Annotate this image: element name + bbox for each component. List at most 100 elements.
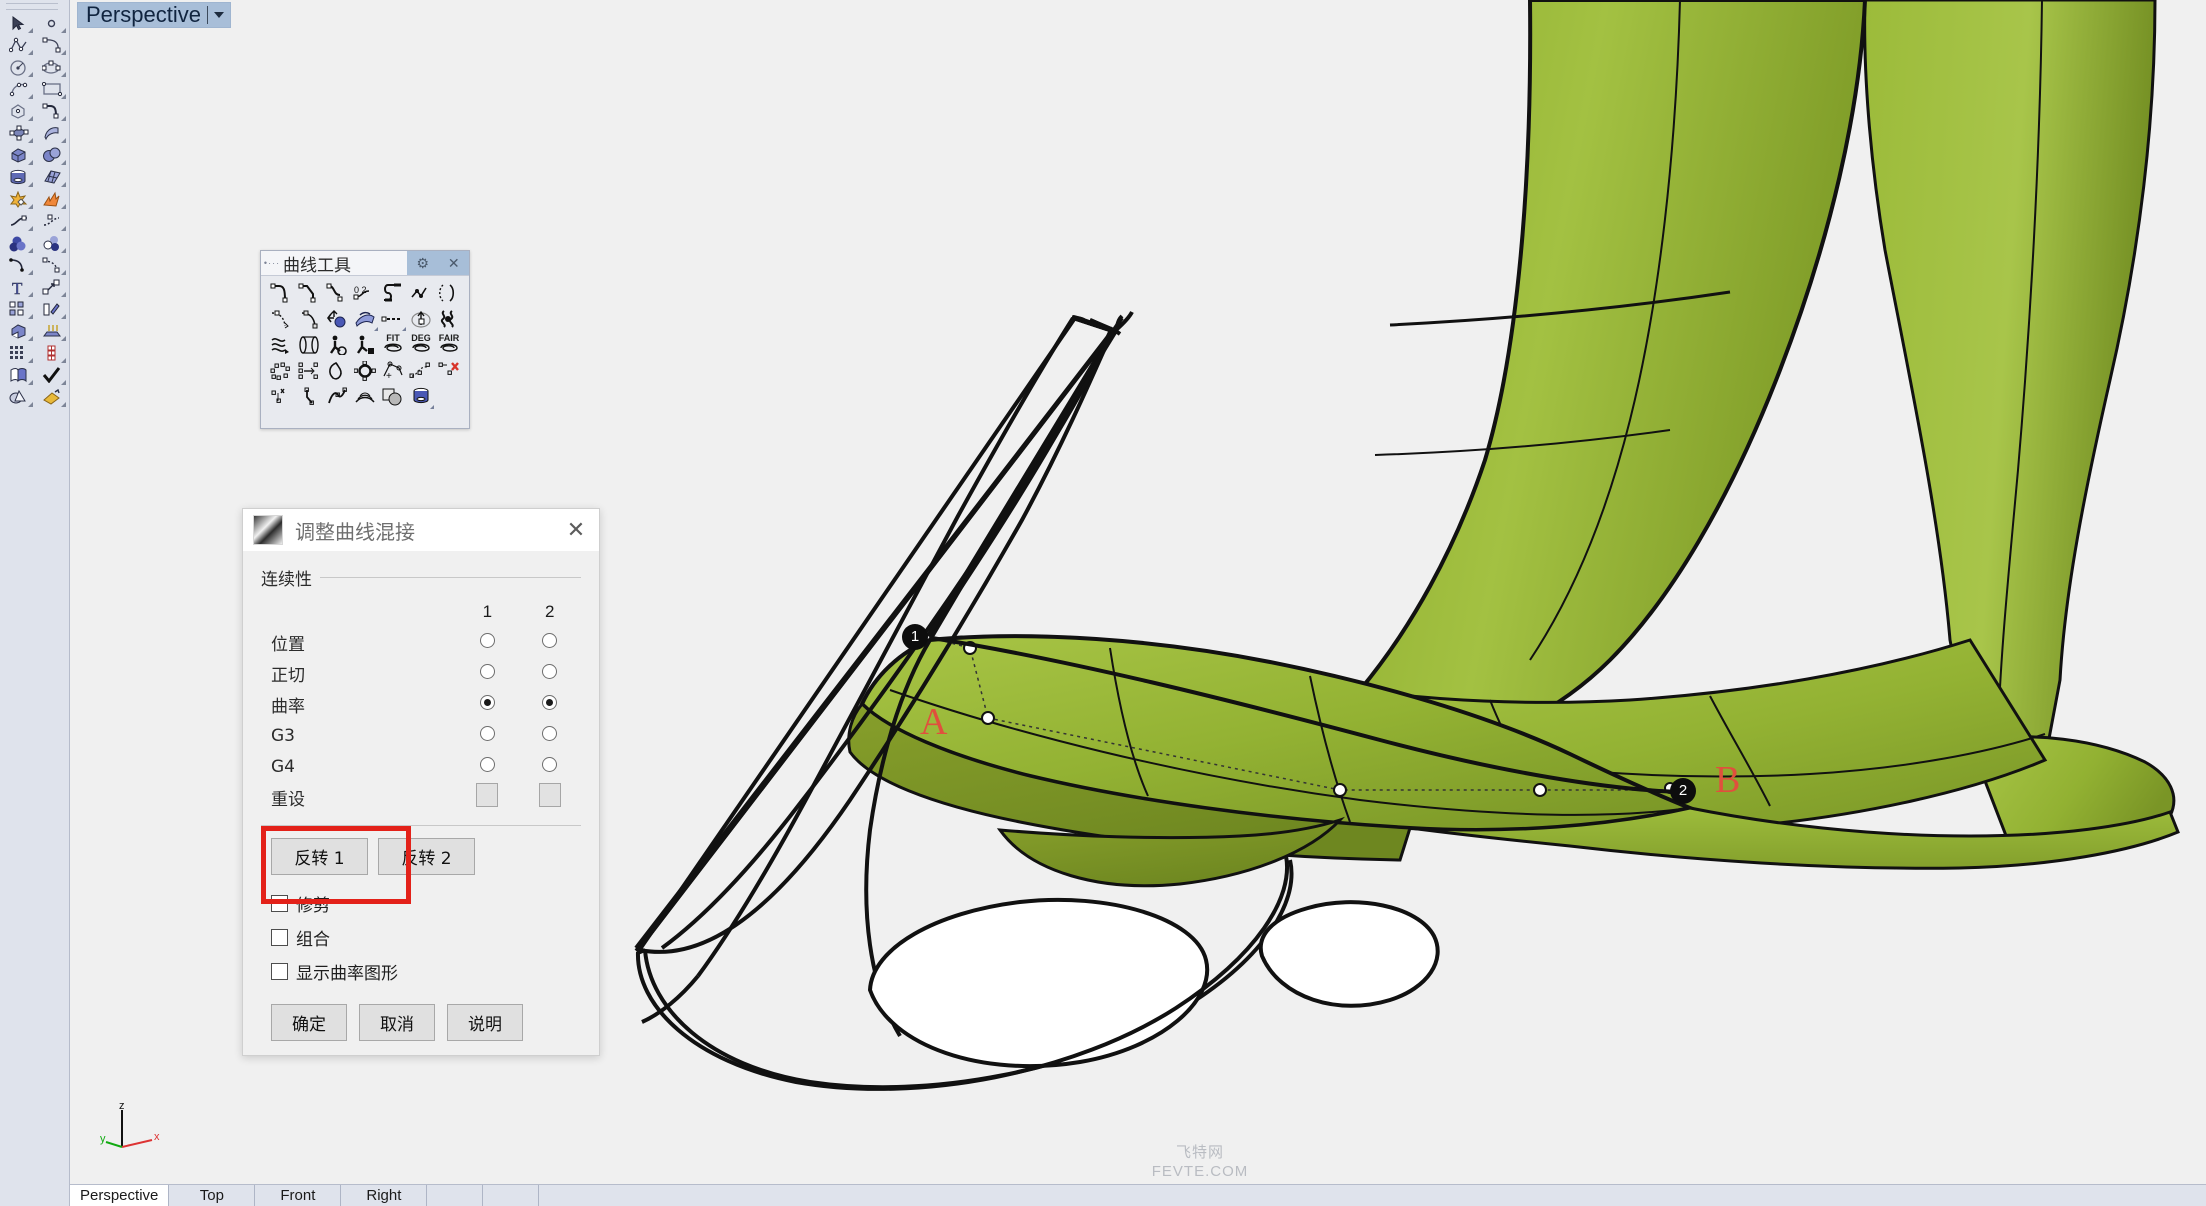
blend-marker-2[interactable]: 2: [1670, 778, 1696, 804]
curve-boolean-options-icon[interactable]: [351, 332, 379, 358]
checkbox-row-join[interactable]: 组合: [261, 925, 581, 950]
curve-through-points-icon[interactable]: +: [379, 358, 407, 384]
blend-curve-02-icon[interactable]: 0 2: [351, 280, 379, 306]
color-icon[interactable]: [2, 232, 35, 254]
reset-button-2[interactable]: [538, 783, 561, 807]
reset-button-1[interactable]: [476, 783, 499, 807]
point-icon[interactable]: [35, 12, 68, 34]
arc-icon[interactable]: [2, 78, 35, 100]
flip-1-button[interactable]: 反转 1: [271, 838, 368, 875]
dimension-icon[interactable]: [35, 342, 68, 364]
curve-tools-palette[interactable]: •··· 曲线工具 ⚙ ✕ 0 2 FIT DEG FAIR +: [260, 250, 470, 429]
radio-curvature-1[interactable]: [479, 694, 495, 710]
close-icon[interactable]: ✕: [448, 256, 460, 270]
blend-curve-icon[interactable]: [323, 280, 351, 306]
material-icon[interactable]: [35, 232, 68, 254]
remove-point-icon[interactable]: [435, 358, 463, 384]
toolbar-grip[interactable]: [6, 3, 58, 10]
offset-curve-loose-icon[interactable]: [295, 306, 323, 332]
twist-curve-icon[interactable]: [435, 306, 463, 332]
copy-icon[interactable]: [2, 364, 35, 386]
curve-blend-icon[interactable]: [35, 100, 68, 122]
explode-icon[interactable]: [35, 188, 68, 210]
flow-along-curve-icon[interactable]: [267, 332, 295, 358]
curve-tools-titlebar[interactable]: •··· 曲线工具 ⚙ ✕: [261, 251, 469, 276]
curvature-graph-icon[interactable]: [351, 384, 379, 410]
unroll-curve-icon[interactable]: [295, 332, 323, 358]
scale-icon[interactable]: [35, 276, 68, 298]
checkbox-row-show-curvature-graph[interactable]: 显示曲率图形: [261, 959, 581, 984]
offset-curve-icon[interactable]: [267, 306, 295, 332]
dialog-titlebar[interactable]: 调整曲线混接 ✕: [243, 509, 599, 551]
chevron-down-icon[interactable]: [213, 12, 224, 18]
help-button[interactable]: 说明: [447, 1004, 523, 1041]
control-points-on-icon[interactable]: [351, 358, 379, 384]
circle-icon[interactable]: [2, 56, 35, 78]
radio-g4-1[interactable]: [479, 756, 495, 772]
radio-position-1[interactable]: [479, 632, 495, 648]
radio-tangent-2[interactable]: [542, 663, 558, 679]
text-icon[interactable]: T: [2, 276, 35, 298]
check-icon[interactable]: [35, 364, 68, 386]
surface-from-points-icon[interactable]: [2, 122, 35, 144]
polyline-icon[interactable]: [2, 34, 35, 56]
radio-g3-1[interactable]: [479, 725, 495, 741]
connect-curves-icon[interactable]: [379, 280, 407, 306]
viewport-tab-right[interactable]: Right: [341, 1185, 428, 1206]
add-kink-icon[interactable]: [407, 358, 435, 384]
fit-curve-icon[interactable]: FIT: [379, 332, 407, 358]
select-arrow-icon[interactable]: [2, 12, 35, 34]
palette-grip[interactable]: •···: [261, 251, 283, 275]
mirror-icon[interactable]: [35, 298, 68, 320]
checkbox-show-curvature-graph[interactable]: [271, 963, 288, 980]
curve-on-surface-icon[interactable]: [435, 280, 463, 306]
close-icon[interactable]: ✕: [563, 517, 589, 543]
chamfer-curve-icon[interactable]: [295, 280, 323, 306]
point-object-icon[interactable]: [267, 384, 295, 410]
fillet-curve-icon[interactable]: [2, 254, 35, 276]
adjust-curve-blend-dialog[interactable]: 调整曲线混接 ✕ 连续性 1 2 位置 正切 曲率 G3 G4 重设 反转 1 反转 2 修剪…: [242, 508, 600, 1056]
fillet-curve-icon[interactable]: [267, 280, 295, 306]
fair-curve-icon[interactable]: FAIR: [435, 332, 463, 358]
project-to-cplane-icon[interactable]: [323, 306, 351, 332]
checkbox-row-trim[interactable]: 修剪: [261, 891, 581, 916]
pull-curve-icon[interactable]: [351, 306, 379, 332]
revolve-curve-icon[interactable]: [407, 306, 435, 332]
grid-snap-icon[interactable]: [2, 342, 35, 364]
cancel-button[interactable]: 取消: [359, 1004, 435, 1041]
surface-loft-icon[interactable]: [35, 122, 68, 144]
curve-from-points-icon[interactable]: [407, 280, 435, 306]
sphere-icon[interactable]: [35, 144, 68, 166]
radio-tangent-1[interactable]: [479, 663, 495, 679]
contour-icon[interactable]: [407, 384, 435, 410]
box-icon[interactable]: [2, 144, 35, 166]
curve-sketch-icon[interactable]: [323, 384, 351, 410]
insert-knot-icon[interactable]: [295, 358, 323, 384]
cylinder-icon[interactable]: [2, 166, 35, 188]
polyline-from-points-icon[interactable]: [295, 384, 323, 410]
perspective-viewport[interactable]: Perspective 1 2 A B z x y 飞特网 FEVTE.COM …: [70, 0, 2206, 1184]
checkbox-trim[interactable]: [271, 895, 288, 912]
viewport-tab-front[interactable]: Front: [255, 1185, 342, 1206]
section-icon[interactable]: [379, 384, 407, 410]
rectangle-icon[interactable]: [35, 78, 68, 100]
boolean-union-icon[interactable]: [2, 188, 35, 210]
flip-2-button[interactable]: 反转 2: [378, 838, 475, 875]
radio-position-2[interactable]: [542, 632, 558, 648]
viewport-tab-blank[interactable]: [483, 1185, 540, 1206]
radio-g4-2[interactable]: [542, 756, 558, 772]
viewport-tab-perspective[interactable]: Perspective: [70, 1185, 170, 1206]
ellipse-icon[interactable]: [35, 56, 68, 78]
polygon-icon[interactable]: [2, 100, 35, 122]
checkbox-join[interactable]: [271, 929, 288, 946]
viewport-tab-blank[interactable]: [427, 1185, 484, 1206]
viewport-title[interactable]: Perspective: [77, 2, 231, 28]
gear-icon[interactable]: ⚙: [416, 256, 429, 270]
rebuild-curve-icon[interactable]: [267, 358, 295, 384]
radio-curvature-2[interactable]: [542, 694, 558, 710]
radio-g3-2[interactable]: [542, 725, 558, 741]
curve-interp-icon[interactable]: [35, 34, 68, 56]
surface-grid-icon[interactable]: [35, 166, 68, 188]
lights-icon[interactable]: [35, 320, 68, 342]
extend-curve-icon[interactable]: [379, 306, 407, 332]
